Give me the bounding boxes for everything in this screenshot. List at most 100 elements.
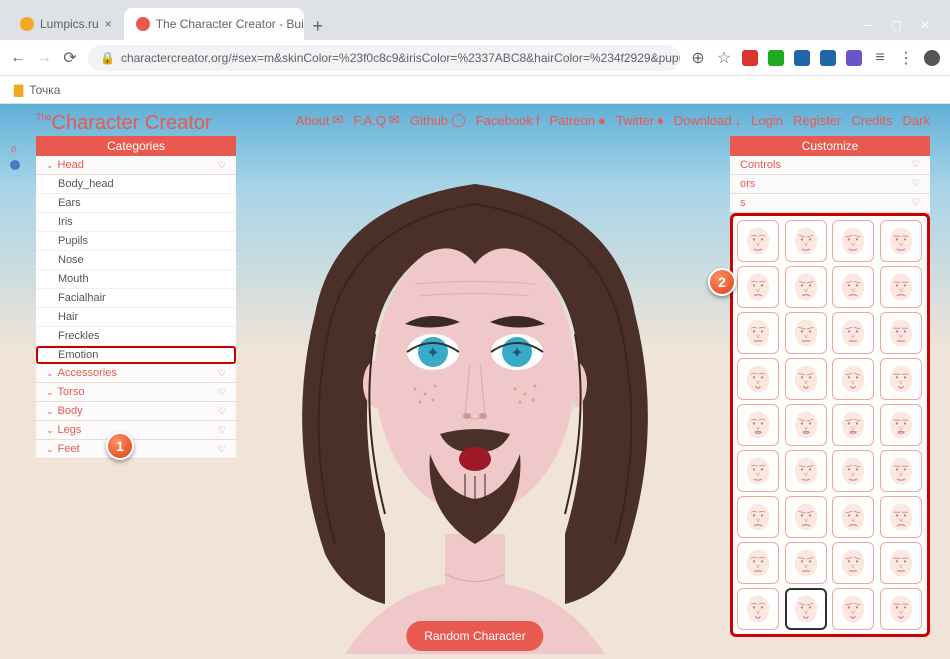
emotion-thumb[interactable] (737, 450, 779, 492)
menu-icon[interactable]: ⋮ (898, 50, 914, 66)
emotion-thumb[interactable] (832, 404, 874, 446)
emotion-thumb[interactable] (880, 450, 922, 492)
emotion-thumb[interactable] (785, 220, 827, 262)
subcat-ears[interactable]: Ears (36, 194, 236, 213)
nav-patreon[interactable]: Patreon ● (549, 112, 605, 128)
subcat-facialhair[interactable]: Facialhair (36, 289, 236, 308)
subcat-freckles[interactable]: Freckles (36, 327, 236, 346)
logo-prefix: The (36, 112, 52, 122)
chevron-right-icon: ⌄ (46, 425, 54, 436)
url-input[interactable]: 🔒 charactercreator.org/#sex=m&skinColor=… (88, 45, 680, 71)
ext-icon[interactable] (768, 50, 784, 66)
emotion-thumb[interactable] (785, 312, 827, 354)
cat-torso[interactable]: ⌄Torso♡ (36, 383, 236, 402)
emotion-thumb[interactable] (737, 542, 779, 584)
emotion-thumb[interactable] (785, 588, 827, 630)
subcat-pupils[interactable]: Pupils (36, 232, 236, 251)
nav-credits[interactable]: Credits (851, 112, 892, 128)
reload-icon[interactable]: ⟳ (62, 50, 78, 66)
emotion-thumb[interactable] (832, 496, 874, 538)
emotion-thumb[interactable] (785, 542, 827, 584)
emotion-thumb[interactable] (737, 266, 779, 308)
maximize-icon[interactable]: ▢ (891, 18, 902, 32)
cat-head[interactable]: ⌄Head♡ (36, 156, 236, 175)
emotion-thumb[interactable] (785, 358, 827, 400)
avatar[interactable] (924, 50, 940, 66)
color-dot[interactable] (10, 160, 20, 170)
emotion-thumb[interactable] (785, 266, 827, 308)
close-icon[interactable]: ✕ (920, 18, 930, 32)
minimize-icon[interactable]: ─ (864, 18, 873, 32)
emotion-thumb[interactable] (880, 542, 922, 584)
rp-ors[interactable]: ors♡ (730, 175, 930, 194)
emotion-thumb[interactable] (737, 496, 779, 538)
emotion-thumb[interactable] (737, 358, 779, 400)
nav-twitter[interactable]: Twitter ♦ (616, 112, 664, 128)
subcat-emotion[interactable]: Emotion (36, 346, 236, 364)
emotion-thumb[interactable] (880, 404, 922, 446)
emotion-thumb[interactable] (832, 542, 874, 584)
cat-legs[interactable]: ⌄Legs♡ (36, 421, 236, 440)
forward-icon[interactable]: → (36, 50, 52, 66)
emotion-thumb[interactable] (832, 588, 874, 630)
folder-icon: ▇ (14, 83, 23, 97)
emotion-thumb[interactable] (737, 220, 779, 262)
emotion-thumb[interactable] (785, 404, 827, 446)
address-bar: ← → ⟳ 🔒 charactercreator.org/#sex=m&skin… (0, 40, 950, 76)
nav-login[interactable]: Login (751, 112, 783, 128)
rp-controls[interactable]: Controls♡ (730, 156, 930, 175)
emotion-thumb[interactable] (880, 588, 922, 630)
close-icon[interactable]: × (105, 17, 112, 31)
search-icon[interactable]: ⌕ (10, 140, 18, 157)
emotion-thumb[interactable] (737, 404, 779, 446)
app-logo[interactable]: TheCharacter Creator (36, 112, 212, 135)
ext-icon[interactable] (742, 50, 758, 66)
emotion-thumb[interactable] (832, 312, 874, 354)
emotion-thumb[interactable] (880, 312, 922, 354)
ext-icon[interactable] (794, 50, 810, 66)
emotion-thumb[interactable] (737, 588, 779, 630)
emotion-thumb[interactable] (832, 358, 874, 400)
emotion-thumb[interactable] (785, 450, 827, 492)
emotion-thumb[interactable] (880, 266, 922, 308)
customize-header: Customize (730, 136, 930, 156)
emotion-thumb[interactable] (737, 312, 779, 354)
subcat-mouth[interactable]: Mouth (36, 270, 236, 289)
playlist-icon[interactable]: ≡ (872, 50, 888, 66)
subcat-iris[interactable]: Iris (36, 213, 236, 232)
nav-register[interactable]: Register (793, 112, 841, 128)
new-tab-button[interactable]: + (304, 12, 332, 40)
cat-accessories[interactable]: ⌄Accessories♡ (36, 364, 236, 383)
ext-icon[interactable] (846, 50, 862, 66)
bookmark-item[interactable]: Точка (29, 83, 60, 97)
nav-download[interactable]: Download ↓ (674, 112, 741, 128)
emotion-thumb[interactable] (832, 266, 874, 308)
star-icon[interactable]: ☆ (716, 50, 732, 66)
cat-body[interactable]: ⌄Body♡ (36, 402, 236, 421)
back-icon[interactable]: ← (10, 50, 26, 66)
emotion-thumb[interactable] (832, 450, 874, 492)
subcat-hair[interactable]: Hair (36, 308, 236, 327)
translate-icon[interactable]: ⊕ (690, 50, 706, 66)
tab-lumpics[interactable]: Lumpics.ru × (8, 8, 124, 40)
emotion-thumb[interactable] (832, 220, 874, 262)
emotion-thumb[interactable] (880, 220, 922, 262)
nav-facebook[interactable]: Facebook f (476, 112, 540, 128)
subcat-nose[interactable]: Nose (36, 251, 236, 270)
nav-dark[interactable]: Dark (903, 112, 930, 128)
emotion-thumb[interactable] (785, 496, 827, 538)
rp-s[interactable]: s♡ (730, 194, 930, 213)
ext-icon[interactable] (820, 50, 836, 66)
nav-faq[interactable]: F.A.Q ✉ (353, 112, 399, 128)
tab-charactercreator[interactable]: The Character Creator - Build vis... × (124, 8, 304, 40)
emotion-thumb[interactable] (880, 496, 922, 538)
subcat-body-head[interactable]: Body_head (36, 175, 236, 194)
svg-text:✦: ✦ (426, 345, 439, 362)
emotion-thumb[interactable] (880, 358, 922, 400)
random-character-button[interactable]: Random Character (406, 621, 543, 651)
favicon (20, 17, 34, 31)
cat-feet[interactable]: ⌄Feet♡ (36, 440, 236, 459)
nav-github[interactable]: Github ◯ (410, 112, 466, 128)
url-text: charactercreator.org/#sex=m&skinColor=%2… (121, 51, 680, 65)
nav-about[interactable]: About ✉ (296, 112, 344, 128)
